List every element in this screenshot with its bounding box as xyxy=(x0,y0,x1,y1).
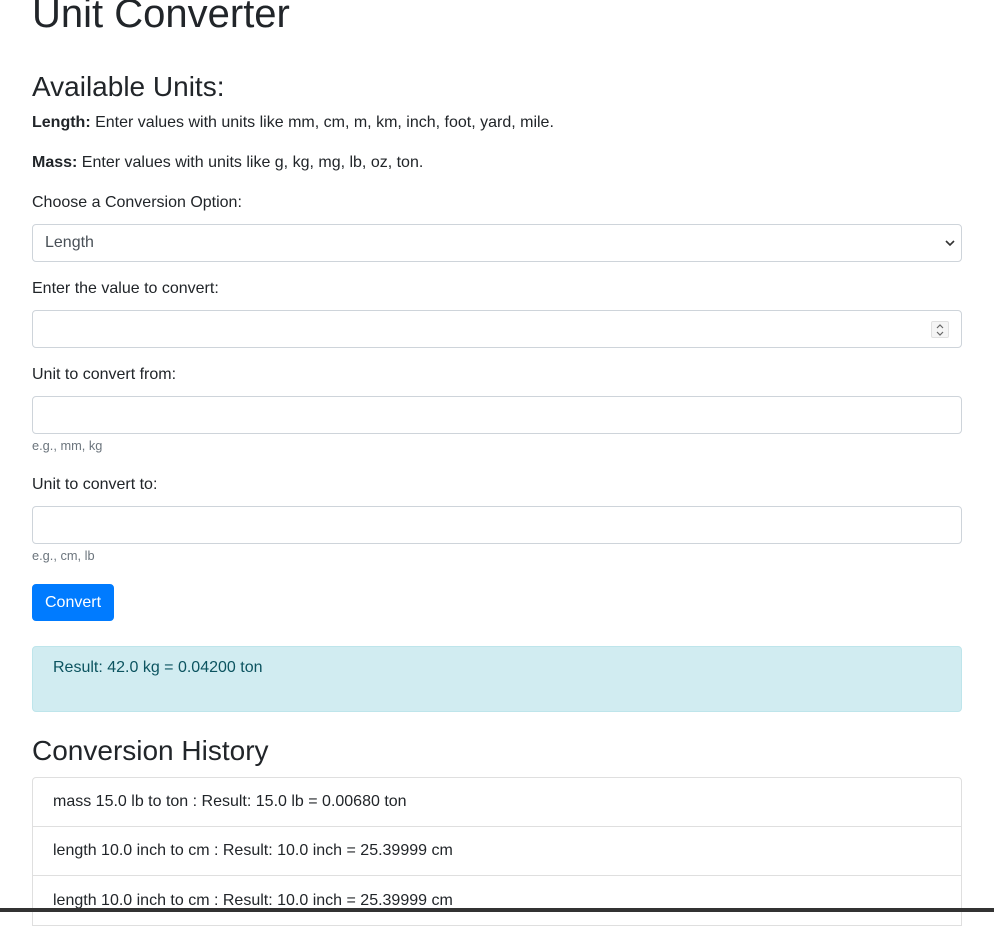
from-unit-label: Unit to convert from: xyxy=(32,366,177,383)
conversion-option-label: Choose a Conversion Option: xyxy=(32,194,242,211)
to-unit-input[interactable] xyxy=(32,506,962,544)
history-item: length 10.0 inch to cm : Result: 10.0 in… xyxy=(53,891,453,909)
history-item: length 10.0 inch to cm : Result: 10.0 in… xyxy=(33,827,961,876)
history-heading: Conversion History xyxy=(32,735,269,766)
mass-units-info: Mass: Enter values with units like g, kg… xyxy=(32,151,423,175)
value-label: Enter the value to convert: xyxy=(32,280,219,297)
convert-button[interactable]: Convert xyxy=(32,584,114,621)
to-unit-label: Unit to convert to: xyxy=(32,476,158,493)
length-units-text: Enter values with units like mm, cm, m, … xyxy=(90,114,554,131)
to-unit-hint: e.g., cm, lb xyxy=(32,548,95,563)
value-input[interactable] xyxy=(32,310,962,348)
history-item: mass 15.0 lb to ton : Result: 15.0 lb = … xyxy=(33,778,961,827)
length-units-info: Length: Enter values with units like mm,… xyxy=(32,111,554,135)
from-unit-hint: e.g., mm, kg xyxy=(32,438,103,453)
window-bottom-edge xyxy=(0,908,994,912)
history-list: mass 15.0 lb to ton : Result: 15.0 lb = … xyxy=(32,777,962,926)
result-alert: Result: 42.0 kg = 0.04200 ton xyxy=(32,646,962,712)
mass-units-text: Enter values with units like g, kg, mg, … xyxy=(77,154,424,171)
mass-units-label: Mass: xyxy=(32,154,78,171)
available-units-heading: Available Units: xyxy=(32,71,225,102)
conversion-option-select[interactable]: Length xyxy=(32,224,962,262)
page-title: Unit Converter xyxy=(32,0,290,36)
conversion-option-selected: Length xyxy=(45,234,94,251)
result-text: Result: 42.0 kg = 0.04200 ton xyxy=(53,659,263,676)
length-units-label: Length: xyxy=(32,114,91,131)
spinner-icon[interactable] xyxy=(931,321,949,338)
chevron-down-icon xyxy=(943,236,957,250)
from-unit-input[interactable] xyxy=(32,396,962,434)
